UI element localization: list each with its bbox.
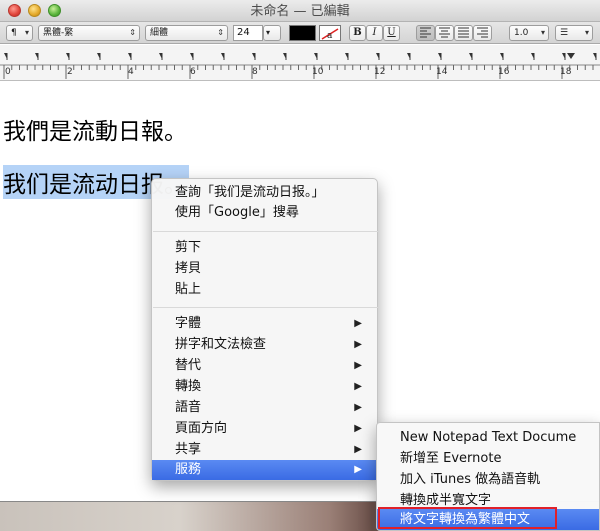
menu-separator: [153, 307, 378, 308]
ruler-number: 10: [312, 67, 324, 77]
ruler-number: 16: [498, 67, 510, 77]
highlight-color-well[interactable]: a: [319, 25, 341, 41]
font-style-value: 細體: [150, 28, 169, 38]
menu-item-label: 服務: [175, 462, 202, 477]
ruler-number: 18: [560, 67, 572, 77]
list-bullets-popup[interactable]: ☰ ▾: [555, 25, 593, 41]
popup-arrow-icon: ▾: [24, 28, 29, 37]
menu-item-search-google[interactable]: 使用「Google」搜尋: [152, 203, 379, 223]
align-left-button[interactable]: [416, 25, 435, 41]
align-right-button[interactable]: [473, 25, 492, 41]
service-item-itunes-spoken-track[interactable]: 加入 iTunes 做為語音軌: [377, 469, 599, 490]
ruler-number: 6: [190, 67, 196, 77]
service-item-notepad[interactable]: New Notepad Text Docume: [377, 427, 599, 448]
submenu-arrow-icon: ▶: [354, 360, 362, 371]
menu-item-label: 共享: [175, 442, 202, 457]
no-color-icon: a: [321, 28, 339, 41]
menu-item-label: 轉換: [175, 379, 202, 394]
menu-item-spelling[interactable]: 拼字和文法檢查 ▶: [152, 335, 379, 355]
title-bar[interactable]: 未命名 — 已編輯: [0, 0, 600, 22]
menu-item-label: 拼字和文法檢查: [175, 337, 267, 352]
menu-separator: [153, 231, 378, 232]
chevron-down-icon: ▾: [266, 28, 271, 37]
menu-item-layout-orientation[interactable]: 頁面方向 ▶: [152, 419, 379, 439]
submenu-arrow-icon: ▶: [354, 444, 362, 455]
list-icon: ☰: [560, 28, 569, 38]
popup-arrow-icon: ⇕: [217, 28, 224, 37]
align-justify-icon: [458, 27, 469, 38]
minimize-window-button[interactable]: [28, 4, 41, 17]
popup-arrow-icon: ⇕: [129, 28, 136, 37]
font-family-popup[interactable]: 黑體-繁 ⇕: [38, 25, 140, 41]
font-family-value: 黑體-繁: [43, 28, 74, 38]
annotation-highlight-box: [378, 507, 557, 529]
paragraph-styles-popup[interactable]: ¶ ▾: [6, 25, 33, 41]
ruler-number: 4: [128, 67, 134, 77]
menu-item-services[interactable]: 服務 ▶: [152, 460, 379, 480]
ruler-number: 12: [374, 67, 386, 77]
zoom-window-button[interactable]: [48, 4, 61, 17]
align-justify-button[interactable]: [454, 25, 473, 41]
submenu-arrow-icon: ▶: [354, 402, 362, 413]
submenu-arrow-icon: ▶: [354, 423, 362, 434]
align-center-icon: [439, 27, 450, 38]
font-size-dropdown[interactable]: ▾: [263, 25, 281, 41]
menu-item-substitutions[interactable]: 替代 ▶: [152, 356, 379, 376]
ruler[interactable]: 0 2 4 6 8 10 12 14 16 18: [0, 45, 600, 81]
font-size-field[interactable]: 24: [233, 25, 263, 41]
popup-arrow-icon: ▾: [584, 28, 589, 37]
ruler-number: 0: [5, 67, 11, 77]
align-center-button[interactable]: [435, 25, 454, 41]
text-color-well[interactable]: [289, 25, 316, 41]
menu-item-label: 字體: [175, 316, 202, 331]
bold-button[interactable]: B: [349, 25, 366, 41]
menu-item-copy[interactable]: 拷貝: [152, 259, 379, 279]
format-toolbar: ¶ ▾ 黑體-繁 ⇕ 細體 ⇕ 24 ▾ a B I U 1.0 ▾ ☰ ▾: [0, 22, 600, 44]
font-style-popup[interactable]: 細體 ⇕: [145, 25, 228, 41]
line-spacing-value: 1.0: [514, 28, 529, 38]
ruler-ticks: [0, 53, 600, 79]
menu-item-label: 替代: [175, 358, 202, 373]
menu-item-label: 頁面方向: [175, 421, 228, 436]
menu-item-cut[interactable]: 剪下: [152, 238, 379, 258]
close-window-button[interactable]: [8, 4, 21, 17]
line-spacing-popup[interactable]: 1.0 ▾: [509, 25, 549, 41]
submenu-arrow-icon: ▶: [354, 464, 362, 475]
menu-item-share[interactable]: 共享 ▶: [152, 440, 379, 460]
align-left-icon: [420, 27, 431, 38]
ruler-number: 2: [67, 67, 73, 77]
submenu-arrow-icon: ▶: [354, 339, 362, 350]
align-right-icon: [477, 27, 488, 38]
menu-item-paste[interactable]: 貼上: [152, 280, 379, 300]
submenu-arrow-icon: ▶: [354, 318, 362, 329]
ruler-number: 14: [436, 67, 448, 77]
window-title: 未命名 — 已編輯: [250, 4, 350, 19]
popup-arrow-icon: ▾: [540, 28, 545, 37]
document-line[interactable]: 我們是流動日報。: [3, 112, 187, 146]
paragraph-icon: ¶: [11, 28, 17, 38]
svg-text:a: a: [327, 31, 333, 41]
menu-item-lookup[interactable]: 查詢「我们是流动日报。」: [152, 183, 379, 203]
menu-item-transformations[interactable]: 轉換 ▶: [152, 377, 379, 397]
context-menu: 查詢「我们是流动日报。」 使用「Google」搜尋 剪下 拷貝 貼上 字體 ▶ 拼…: [151, 178, 379, 481]
menu-item-label: 語音: [175, 400, 202, 415]
submenu-arrow-icon: ▶: [354, 381, 362, 392]
menu-item-font[interactable]: 字體 ▶: [152, 314, 379, 334]
italic-button[interactable]: I: [366, 25, 383, 41]
menu-item-speech[interactable]: 語音 ▶: [152, 398, 379, 418]
ruler-number: 8: [252, 67, 258, 77]
service-item-evernote[interactable]: 新增至 Evernote: [377, 448, 599, 469]
underline-button[interactable]: U: [383, 25, 400, 41]
